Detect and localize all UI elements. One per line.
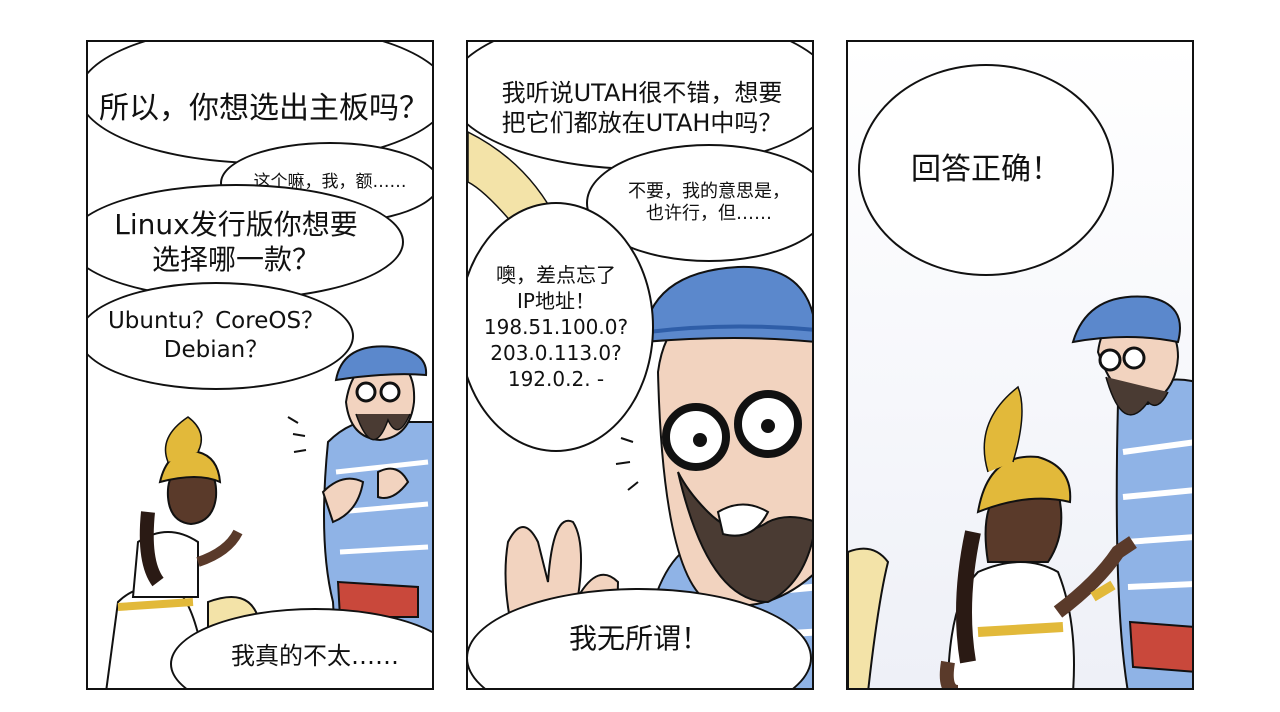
speech-text: Ubuntu？CoreOS？ Debian？ [107, 308, 325, 363]
speech-text: 我听说UTAH很不错，想要 把它们都放在UTAH中吗？ [501, 79, 783, 137]
speech-bubble-4: Ubuntu？CoreOS？ Debian？ [88, 282, 354, 390]
man-figure [1071, 295, 1192, 688]
scroll [848, 547, 890, 688]
comic-panel-1: 所以，你想选出主板吗？ 这个嘛，我，额…… Linux发行版你想要 选择哪一款？… [86, 40, 434, 690]
speech-text: 噢，差点忘了 IP地址！ 198.51.100.0? 203.0.113.0? … [483, 263, 629, 391]
speech-text: Linux发行版你想要 选择哪一款？ [114, 208, 358, 276]
comic-panel-3: 回答正确！ [846, 40, 1194, 690]
speech-text: 所以，你想选出主板吗？ [99, 91, 429, 127]
speech-text: 我真的不太…… [231, 642, 399, 670]
girl-figure [939, 385, 1137, 688]
speech-bubble-1: 所以，你想选出主板吗？ [88, 42, 432, 164]
speech-text: 不要，我的意思是， 也许行，但…… [628, 180, 790, 225]
speech-bubble-3: 噢，差点忘了 IP地址！ 198.51.100.0? 203.0.113.0? … [468, 202, 654, 452]
speech-text: 我无所谓！ [568, 621, 709, 655]
speech-bubble-1: 回答正确！ [858, 64, 1114, 276]
speech-text: 回答正确！ [911, 152, 1061, 188]
comic-panel-2: 我听说UTAH很不错，想要 把它们都放在UTAH中吗？ 不要，我的意思是， 也许… [466, 40, 814, 690]
